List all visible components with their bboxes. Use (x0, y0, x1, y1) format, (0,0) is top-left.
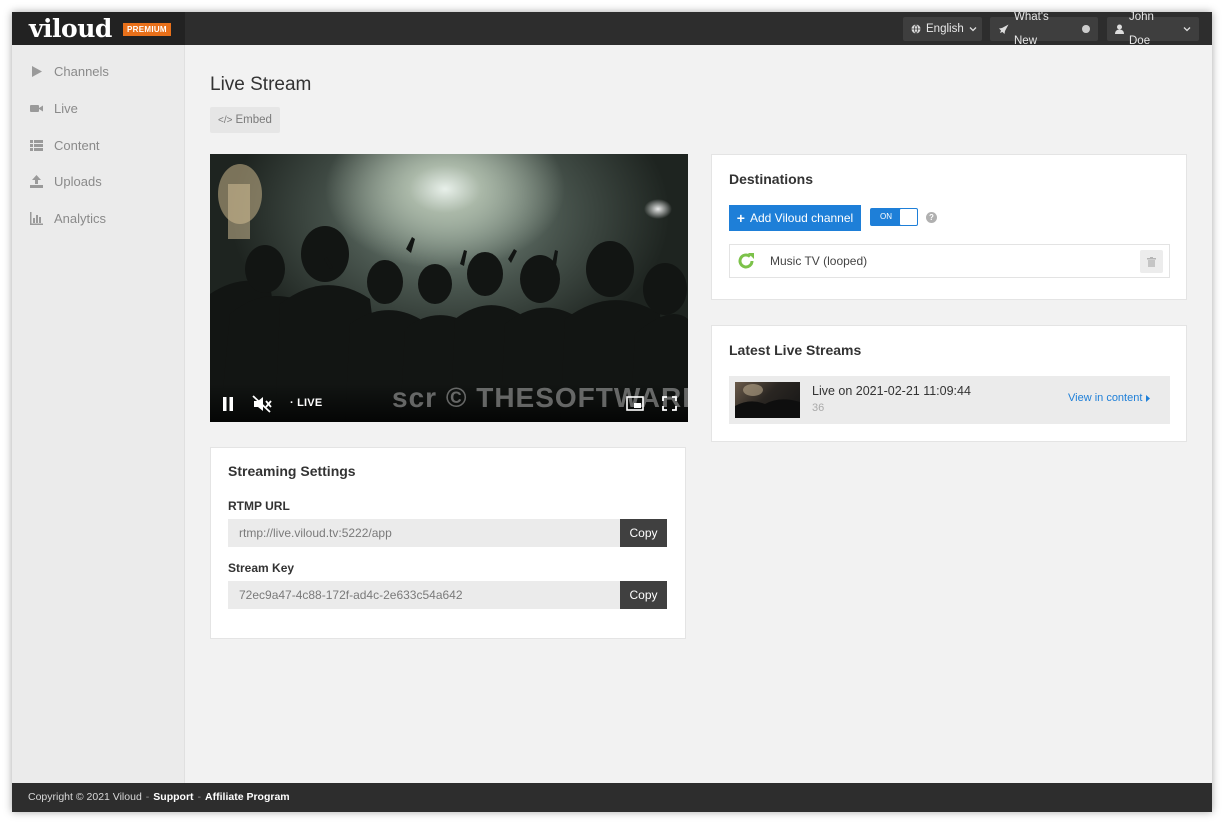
sidebar-item-analytics[interactable]: Analytics (30, 208, 106, 228)
toggle-knob (900, 209, 917, 225)
destinations-card: Destinations + Add Viloud channel ON ? M… (711, 154, 1187, 300)
copy-rtmp-button[interactable]: Copy (620, 519, 667, 547)
user-name: John Doe (1129, 12, 1154, 47)
grid-list-icon (30, 139, 43, 151)
whats-new-label: What's New (1014, 12, 1049, 47)
sidebar-item-label: Analytics (54, 210, 107, 226)
sidebar: Channels Live Content Uploads Analytics (12, 45, 185, 783)
embed-label: Embed (235, 114, 272, 126)
language-label: English (926, 23, 964, 35)
sidebar-item-content[interactable]: Content (30, 135, 100, 155)
video-player[interactable]: · LIVE scr © THESOFTWARE.SHOP (210, 154, 688, 422)
affiliate-program-link[interactable]: Affiliate Program (205, 791, 290, 803)
stream-key-label: Stream Key (228, 561, 295, 575)
support-link[interactable]: Support (153, 791, 193, 803)
play-icon (32, 65, 42, 77)
top-bar: viloud PREMIUM English What's New John D… (12, 12, 1212, 47)
destination-row: Music TV (looped) (729, 244, 1170, 278)
picture-in-picture-icon[interactable] (626, 396, 644, 411)
bar-chart-icon (30, 211, 43, 225)
notification-dot (1082, 25, 1090, 33)
plus-icon: + (736, 210, 745, 226)
brand-area: viloud PREMIUM (12, 12, 185, 45)
caret-right-icon (1146, 394, 1151, 402)
sidebar-item-uploads[interactable]: Uploads (30, 171, 102, 191)
user-menu[interactable]: John Doe (1107, 12, 1199, 47)
footer: Copyright © 2021 Viloud - Support - Affiliat… (12, 783, 1212, 812)
sidebar-item-label: Content (54, 137, 100, 153)
toggle-on-label: ON (880, 212, 892, 221)
copy-stream-key-button[interactable]: Copy (620, 581, 667, 609)
copyright-text: Copyright © 2021 Viloud (28, 791, 142, 803)
stream-list-item[interactable]: Live on 2021-02-21 11:09:44 36 View in c… (729, 376, 1170, 424)
mute-icon[interactable] (252, 395, 272, 413)
add-channel-label: Add Viloud channel (749, 211, 854, 225)
trash-icon (1147, 256, 1156, 267)
sidebar-item-live[interactable]: Live (30, 98, 78, 118)
live-label: LIVE (297, 397, 323, 409)
language-dropdown[interactable]: English (903, 17, 982, 41)
code-icon: </> (218, 114, 233, 126)
footer-separator: - (145, 791, 150, 803)
refresh-loop-icon (738, 253, 754, 269)
destinations-title: Destinations (729, 171, 814, 187)
footer-separator: - (197, 791, 202, 803)
pause-icon[interactable] (222, 397, 234, 411)
destinations-toggle[interactable]: ON (870, 208, 918, 226)
streaming-settings-card: Streaming Settings RTMP URL rtmp://live.… (210, 447, 686, 639)
user-icon (1115, 24, 1124, 34)
stream-title: Live on 2021-02-21 11:09:44 (812, 384, 971, 398)
sidebar-item-channels[interactable]: Channels (30, 61, 109, 81)
rocket-icon (999, 24, 1009, 34)
globe-icon (911, 24, 921, 34)
viloud-logo[interactable]: viloud (29, 13, 112, 44)
sidebar-item-label: Live (54, 100, 78, 116)
embed-button[interactable]: </> Embed (210, 107, 280, 133)
sidebar-item-label: Channels (54, 63, 109, 79)
whats-new-button[interactable]: What's New (990, 12, 1098, 47)
chevron-down-icon (969, 27, 977, 32)
stream-thumbnail (735, 382, 800, 418)
app-window: viloud PREMIUM English What's New John D… (12, 12, 1212, 812)
streaming-settings-title: Streaming Settings (228, 463, 356, 479)
upload-icon (30, 174, 43, 188)
fullscreen-icon[interactable] (662, 396, 677, 411)
latest-live-streams-card: Latest Live Streams Live on 2021-02-21 1… (711, 325, 1187, 442)
view-in-content-link[interactable]: View in content (1068, 392, 1151, 404)
sidebar-item-label: Uploads (54, 173, 102, 189)
stream-view-count: 36 (812, 402, 825, 414)
view-link-label: View in content (1068, 392, 1143, 404)
destination-name: Music TV (looped) (770, 254, 868, 268)
add-viloud-channel-button[interactable]: + Add Viloud channel (729, 205, 861, 231)
video-camera-icon (30, 104, 43, 112)
page-title: Live Stream (210, 74, 312, 95)
premium-badge: PREMIUM (123, 23, 171, 36)
stream-key-field[interactable]: 72ec9a47-4c88-172f-ad4c-2e633c54a642 (228, 581, 620, 609)
live-indicator: · LIVE (290, 397, 323, 409)
help-icon[interactable]: ? (926, 212, 937, 223)
delete-destination-button[interactable] (1140, 250, 1163, 273)
rtmp-url-field[interactable]: rtmp://live.viloud.tv:5222/app (228, 519, 620, 547)
latest-streams-title: Latest Live Streams (729, 342, 862, 358)
chevron-down-icon (1183, 27, 1191, 32)
rtmp-url-label: RTMP URL (228, 499, 290, 513)
